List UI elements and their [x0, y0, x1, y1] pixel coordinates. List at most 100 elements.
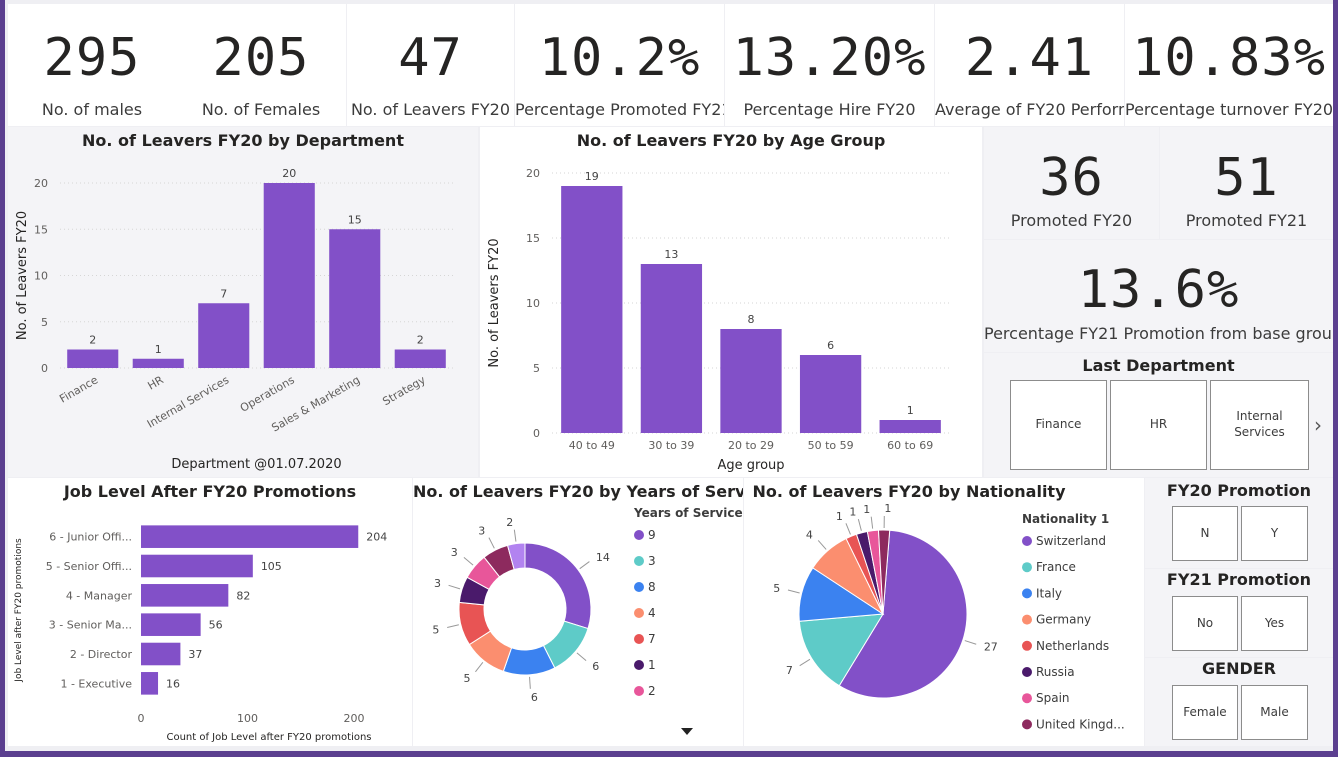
legend-label: Italy — [1036, 586, 1062, 600]
slicer-option-n[interactable]: N — [1172, 506, 1238, 561]
data-label: 27 — [984, 641, 998, 654]
data-label: 2 — [417, 334, 424, 347]
legend-label: 7 — [648, 632, 656, 646]
chart-leavers-by-department[interactable]: No. of Leavers FY20 by Department 0 5 10 15… — [8, 127, 478, 477]
bar — [561, 186, 623, 433]
bar — [67, 349, 119, 368]
legend-marker — [1022, 588, 1032, 599]
data-label: 5 — [432, 623, 439, 636]
x-axis-title: Count of Job Level after FY20 promotions — [166, 732, 371, 743]
data-label: 15 — [348, 213, 362, 226]
slicer-option-y[interactable]: Y — [1241, 506, 1308, 561]
bar — [394, 349, 446, 368]
bar — [799, 355, 862, 433]
legend-title: Nationality 1 — [1022, 512, 1109, 526]
x-tick-label: Strategy — [380, 373, 428, 408]
slicer-option-male[interactable]: Male — [1241, 685, 1308, 740]
kpi-value: 47 — [398, 28, 463, 88]
y-tick-label: 6 - Junior Offi... — [49, 531, 132, 544]
legend-label: France — [1036, 560, 1076, 574]
y-tick-label: 15 — [526, 232, 540, 245]
legend-label: 8 — [648, 580, 656, 594]
bar — [132, 358, 184, 368]
legend-marker — [1022, 640, 1032, 651]
data-label: 6 — [531, 691, 538, 704]
data-label: 20 — [282, 167, 296, 180]
legend-label: 2 — [648, 684, 656, 698]
scroll-down-icon[interactable] — [681, 728, 693, 735]
chart-leavers-by-age-group[interactable]: No. of Leavers FY20 by Age Group 0 5 10 15 2… — [480, 127, 982, 477]
slicer-option-female[interactable]: Female — [1172, 685, 1238, 740]
y-tick-label: 1 - Executive — [60, 677, 132, 690]
kpi-card-average-performance: 2.41 Average of FY20 Perform — [935, 4, 1124, 126]
data-label: 3 — [478, 524, 485, 537]
legend-marker — [1022, 693, 1032, 704]
kpi-value: 10.83% — [1132, 28, 1326, 88]
y-tick-label: 20 — [526, 167, 540, 180]
data-label: 2 — [506, 516, 513, 529]
kpi-card-males: 295 No. of males — [8, 4, 176, 126]
slicer-option-no[interactable]: No — [1172, 596, 1238, 651]
leader-line — [870, 516, 874, 529]
data-label: 7 — [786, 664, 793, 677]
legend-label: Russia — [1036, 665, 1075, 679]
x-axis-title: Age group — [717, 458, 784, 473]
slicer-option-finance[interactable]: Finance — [1010, 380, 1107, 470]
leader-line — [475, 662, 484, 673]
data-label: 56 — [209, 619, 223, 632]
leader-line — [576, 652, 587, 662]
bar — [198, 303, 250, 368]
bar — [879, 420, 941, 433]
data-label: 14 — [596, 551, 610, 564]
legend-marker — [634, 634, 644, 644]
legend-label: 3 — [648, 554, 656, 568]
legend-marker — [634, 582, 644, 592]
slicer-option-internal-services[interactable]: Internal Services — [1210, 380, 1309, 470]
chart-title: No. of Leavers FY20 by Years of Service — [413, 482, 743, 501]
legend-label: 1 — [648, 658, 656, 672]
chart-title: No. of Leavers FY20 by Nationality — [752, 482, 1066, 501]
kpi-value: 10.2% — [538, 28, 701, 88]
chart-title: No. of Leavers FY20 by Department — [82, 131, 404, 150]
legend-marker — [634, 660, 644, 670]
bar — [640, 264, 703, 433]
data-label: 4 — [806, 528, 813, 541]
legend-marker — [1022, 614, 1032, 625]
chart-job-level-after-promotions[interactable]: Job Level After FY20 Promotions 0 100 200 2… — [8, 478, 412, 746]
slicer-option-yes[interactable]: Yes — [1241, 596, 1308, 651]
kpi-card-promoted-fy21: 10.2% Percentage Promoted FY21 — [515, 4, 724, 126]
slicer-option-hr[interactable]: HR — [1110, 380, 1207, 470]
data-label: 5 — [773, 582, 780, 595]
leader-line — [799, 658, 811, 667]
department-bar-chart: 051015202Finance1HR7Internal Services20O… — [15, 167, 453, 472]
x-tick-label: Finance — [57, 373, 100, 405]
last-department-slicer: Last Department Finance HR Internal Serv… — [984, 353, 1333, 477]
y-tick-label: 15 — [34, 223, 48, 236]
chart-leavers-by-nationality[interactable]: No. of Leavers FY20 by Nationality 27 7 5 4… — [744, 478, 1144, 746]
data-label: 2 — [89, 334, 96, 347]
leader-line — [529, 676, 531, 689]
slicer-title: GENDER — [1202, 659, 1276, 678]
y-tick-label: 0 — [533, 427, 540, 440]
bar — [141, 613, 201, 636]
bar — [141, 672, 159, 695]
data-label: 13 — [664, 248, 678, 261]
data-label: 8 — [748, 313, 755, 326]
leader-line — [463, 556, 474, 566]
legend-label: 4 — [648, 606, 656, 620]
legend-label: Spain — [1036, 691, 1070, 705]
legend-title: Years of Service — [633, 506, 743, 520]
y-axis-title: Job Level after FY20 promotions — [14, 538, 24, 683]
y-tick-label: 5 — [533, 362, 540, 375]
leader-line — [448, 584, 461, 590]
leader-line — [817, 540, 827, 550]
data-label: 3 — [434, 577, 441, 590]
y-tick-label: 4 - Manager — [66, 589, 133, 602]
data-label: 1 — [907, 404, 914, 417]
chart-leavers-by-years-of-service[interactable]: No. of Leavers FY20 by Years of Service … — [413, 478, 743, 746]
kpi-card-turnover: 10.83% Percentage turnover FY20 — [1125, 4, 1333, 126]
bar — [141, 642, 181, 666]
y-tick-label: 20 — [34, 177, 48, 190]
data-label: 1 — [155, 343, 162, 356]
chevron-right-icon[interactable]: › — [1314, 413, 1322, 437]
